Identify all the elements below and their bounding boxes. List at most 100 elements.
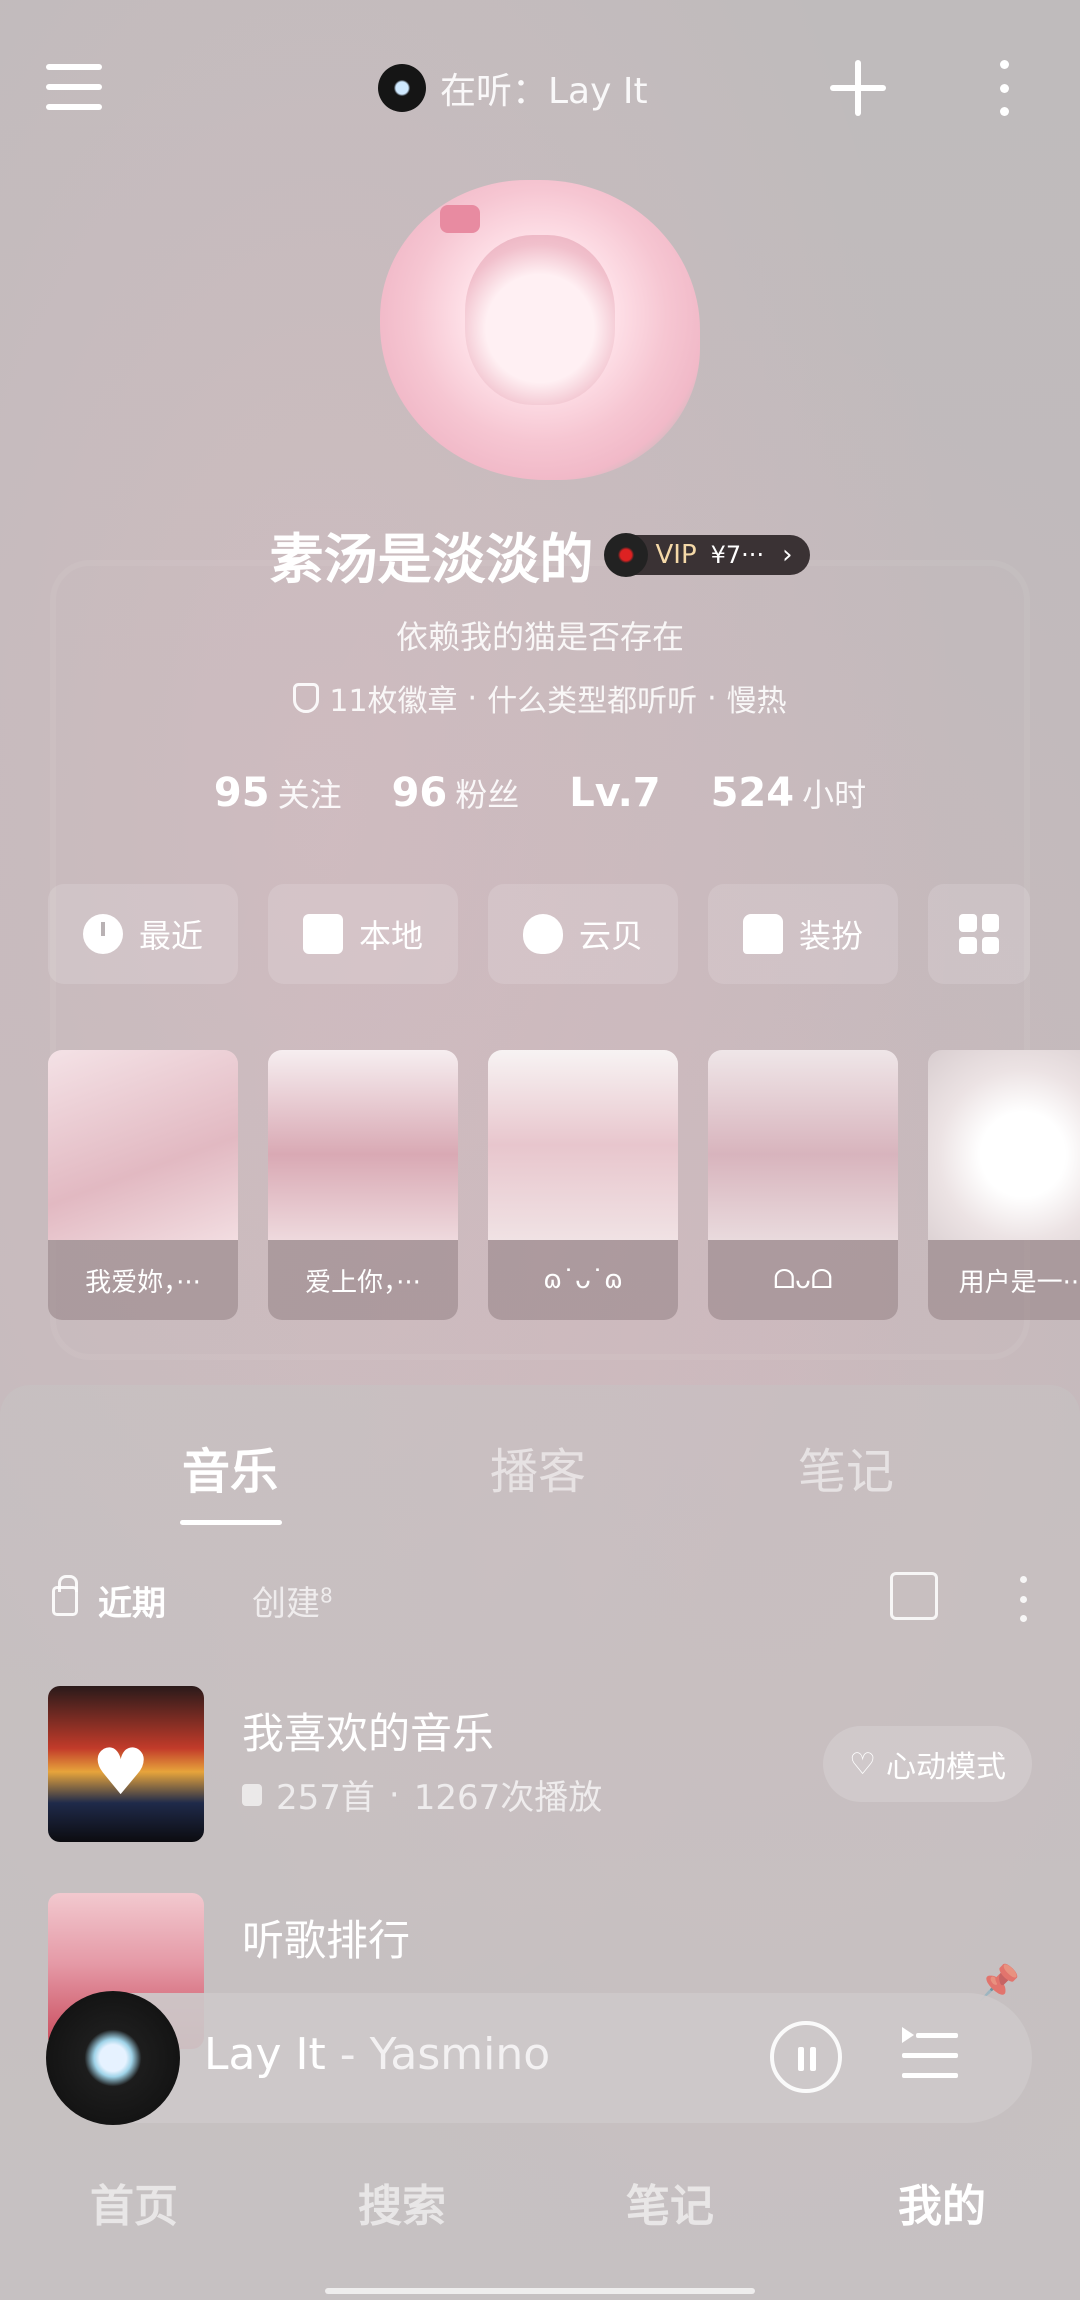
playlist-subtabs: 近期 创建8: [52, 1572, 1032, 1628]
mini-player[interactable]: Lay It - Yasmino: [46, 1991, 1032, 2125]
tab-music[interactable]: 音乐: [182, 1432, 278, 1502]
stat-listening-hours[interactable]: 524 小时: [711, 770, 867, 816]
meta-separator: ·: [388, 1774, 400, 1815]
playlist-cover: ♥: [48, 1686, 204, 1842]
card-cover: [48, 1050, 238, 1240]
profile-tags[interactable]: 11枚徽章 · 什么类型都听听 · 慢热: [0, 676, 1080, 720]
playlist-title: 我喜欢的音乐: [242, 1709, 495, 1758]
nav-search[interactable]: 搜索: [358, 2170, 446, 2234]
add-icon[interactable]: [830, 60, 886, 116]
bottom-navigation: 首页 搜索 笔记 我的: [0, 2170, 1080, 2250]
song-title: Lay It: [204, 2029, 326, 2080]
title-separator: -: [325, 2029, 370, 2080]
shell-icon: [522, 914, 563, 954]
chevron-right-icon: ›: [782, 539, 793, 570]
badge-icon: [293, 683, 320, 713]
recent-label: 最近: [138, 917, 203, 955]
playlist-meta: 257首 · 1267次播放: [242, 1770, 602, 1819]
lock-icon: [242, 1783, 262, 1806]
playlist-cards: 我爱妳，··· 爱上你，··· ɷ˙ᴗ˙ɷ ᗝᴗᗝ 用户是一···: [48, 1050, 1080, 1320]
playlist-card[interactable]: 我爱妳，···: [48, 1050, 238, 1320]
nav-mine[interactable]: 我的: [898, 2170, 986, 2234]
playlist-card[interactable]: 爱上你，···: [268, 1050, 458, 1320]
card-cover: [488, 1050, 678, 1240]
stat-number: 96: [391, 770, 448, 816]
card-label: 用户是一···: [928, 1240, 1080, 1320]
more-options-icon[interactable]: [994, 60, 1014, 116]
heart-mode-label: 心动模式: [886, 1750, 1006, 1785]
local-button[interactable]: 本地: [268, 884, 458, 984]
now-playing-indicator[interactable]: 在听：Lay It: [378, 62, 648, 114]
card-label: ɷ˙ᴗ˙ɷ: [488, 1240, 678, 1320]
tab-podcast[interactable]: 播客: [490, 1432, 586, 1502]
playlist-card[interactable]: 用户是一···: [928, 1050, 1080, 1320]
play-triangle-icon: [902, 2027, 914, 2043]
playlist-row-liked[interactable]: ♥ 我喜欢的音乐 257首 · 1267次播放 ♡ 心动模式: [48, 1686, 1032, 1842]
card-cover: [708, 1050, 898, 1240]
stat-following[interactable]: 95 关注: [214, 770, 342, 816]
home-indicator[interactable]: [325, 2288, 755, 2294]
clock-icon: [82, 914, 123, 954]
recent-button[interactable]: 最近: [48, 884, 238, 984]
tag-separator: ·: [467, 680, 478, 716]
card-label: 我爱妳，···: [48, 1240, 238, 1320]
card-cover: [268, 1050, 458, 1240]
vinyl-disc-icon[interactable]: [46, 1991, 180, 2125]
cloud-shell-button[interactable]: 云贝: [488, 884, 678, 984]
nav-home[interactable]: 首页: [90, 2170, 178, 2234]
pause-icon[interactable]: [770, 2021, 842, 2093]
heart-mode-button[interactable]: ♡ 心动模式: [823, 1726, 1032, 1802]
playlist-queue-icon[interactable]: [902, 2027, 958, 2085]
stat-number: 524: [710, 770, 795, 816]
more-vertical-icon[interactable]: [1018, 1576, 1028, 1622]
download-icon: [302, 914, 343, 954]
card-label: 爱上你，···: [268, 1240, 458, 1320]
heart-sparkle-icon: ♡: [849, 1746, 876, 1782]
stat-number: 95: [213, 770, 270, 816]
lock-icon: [52, 1575, 78, 1616]
tag-separator: ·: [707, 680, 717, 716]
stats-row: 95 关注 96 粉丝 Lv.7 524 小时: [0, 770, 1080, 816]
vinyl-disc-icon: [378, 64, 426, 112]
track-count: 257首: [276, 1778, 375, 1818]
playlist-card[interactable]: ᗝᴗᗝ: [708, 1050, 898, 1320]
tag-music-taste: 什么类型都听听: [487, 684, 698, 719]
quick-actions: 最近 本地 云贝 装扮: [48, 884, 1030, 984]
cloud-shell-label: 云贝: [578, 917, 643, 955]
import-icon[interactable]: [890, 1572, 938, 1620]
vip-badge[interactable]: VIP ¥7··· ›: [603, 532, 811, 577]
username[interactable]: 素汤是淡淡的: [270, 515, 594, 594]
avatar-bow: [440, 205, 480, 233]
dress-up-button[interactable]: 装扮: [708, 884, 898, 984]
stat-label: 粉丝: [455, 776, 520, 814]
stat-label: 关注: [277, 776, 342, 814]
grid-icon: [959, 914, 999, 954]
now-playing-text: 在听：Lay It: [440, 71, 648, 112]
playlist-card[interactable]: ɷ˙ᴗ˙ɷ: [488, 1050, 678, 1320]
created-count: 8: [320, 1583, 333, 1608]
local-label: 本地: [358, 917, 423, 955]
heart-icon: ♥: [92, 1736, 150, 1810]
card-label: ᗝᴗᗝ: [708, 1240, 898, 1320]
playlist-title: 听歌排行: [242, 1916, 411, 1965]
avatar-face: [465, 235, 615, 405]
more-apps-button[interactable]: [928, 884, 1030, 984]
vinyl-vip-icon: [603, 532, 648, 577]
stat-level[interactable]: Lv.7: [569, 770, 660, 816]
card-cover: [928, 1050, 1080, 1240]
vip-label: VIP: [655, 539, 697, 570]
song-artist: Yasmino: [369, 2029, 551, 2080]
badge-count: 11枚徽章: [329, 684, 458, 719]
menu-icon[interactable]: [46, 62, 102, 112]
username-row: 素汤是淡淡的 VIP ¥7··· ›: [0, 515, 1080, 594]
tab-notes[interactable]: 笔记: [798, 1432, 894, 1502]
subtab-recent[interactable]: 近期: [98, 1576, 166, 1625]
nav-notes[interactable]: 笔记: [626, 2170, 714, 2234]
content-sheet: [0, 1385, 1080, 2300]
signature[interactable]: 依赖我的猫是否存在: [0, 612, 1080, 658]
stat-followers[interactable]: 96 粉丝: [392, 770, 520, 816]
stat-number: Lv.7: [569, 770, 661, 816]
subtab-created[interactable]: 创建8: [252, 1576, 333, 1625]
dress-up-label: 装扮: [798, 917, 863, 955]
tag-personality: 慢热: [726, 684, 787, 719]
